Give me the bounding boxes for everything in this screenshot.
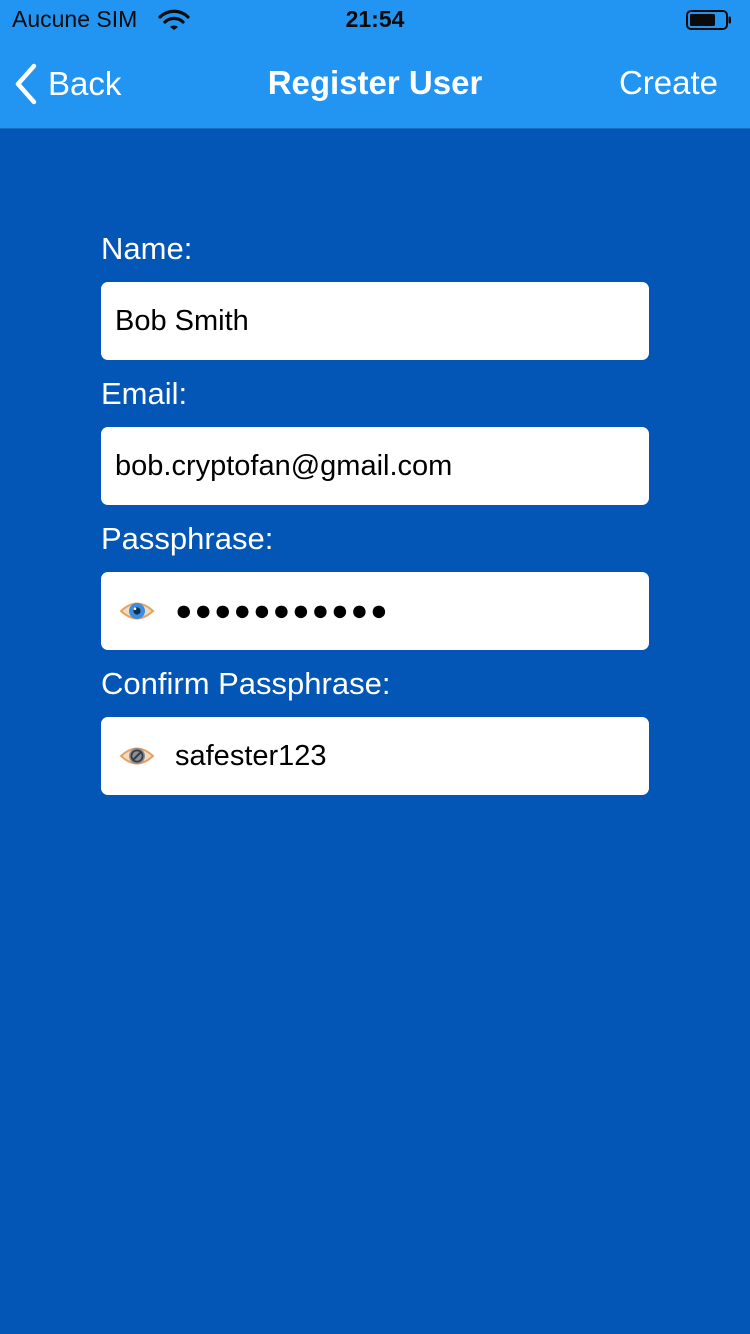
battery-icon	[686, 10, 731, 30]
clock: 21:54	[345, 6, 405, 32]
navigation-bar: Back Register User Create	[0, 40, 750, 128]
name-field-container	[101, 282, 649, 360]
name-label: Name:	[101, 231, 193, 266]
create-button[interactable]: Create	[619, 64, 718, 102]
passphrase-field[interactable]: ●●●●●●●●●●●	[175, 595, 390, 628]
email-field-container	[101, 427, 649, 505]
confirm-passphrase-field-container	[101, 717, 649, 795]
register-user-screen: Aucune SIM 21:54 Back Register User Crea…	[0, 0, 750, 1334]
header: Aucune SIM 21:54 Back Register User Crea…	[0, 0, 750, 129]
email-label: Email:	[101, 376, 188, 411]
eye-slash-icon[interactable]	[119, 741, 155, 771]
confirm-passphrase-label: Confirm Passphrase:	[101, 666, 391, 701]
email-field[interactable]	[115, 449, 649, 483]
registration-form: Name: Email: Passphrase: ●●●●●●●●●●● Con…	[101, 226, 649, 806]
status-bar: Aucune SIM 21:54	[0, 0, 750, 40]
name-field[interactable]	[115, 304, 649, 338]
eye-icon[interactable]	[119, 596, 155, 626]
passphrase-label: Passphrase:	[101, 521, 274, 556]
passphrase-field-container: ●●●●●●●●●●●	[101, 572, 649, 650]
confirm-passphrase-field[interactable]	[175, 739, 649, 773]
